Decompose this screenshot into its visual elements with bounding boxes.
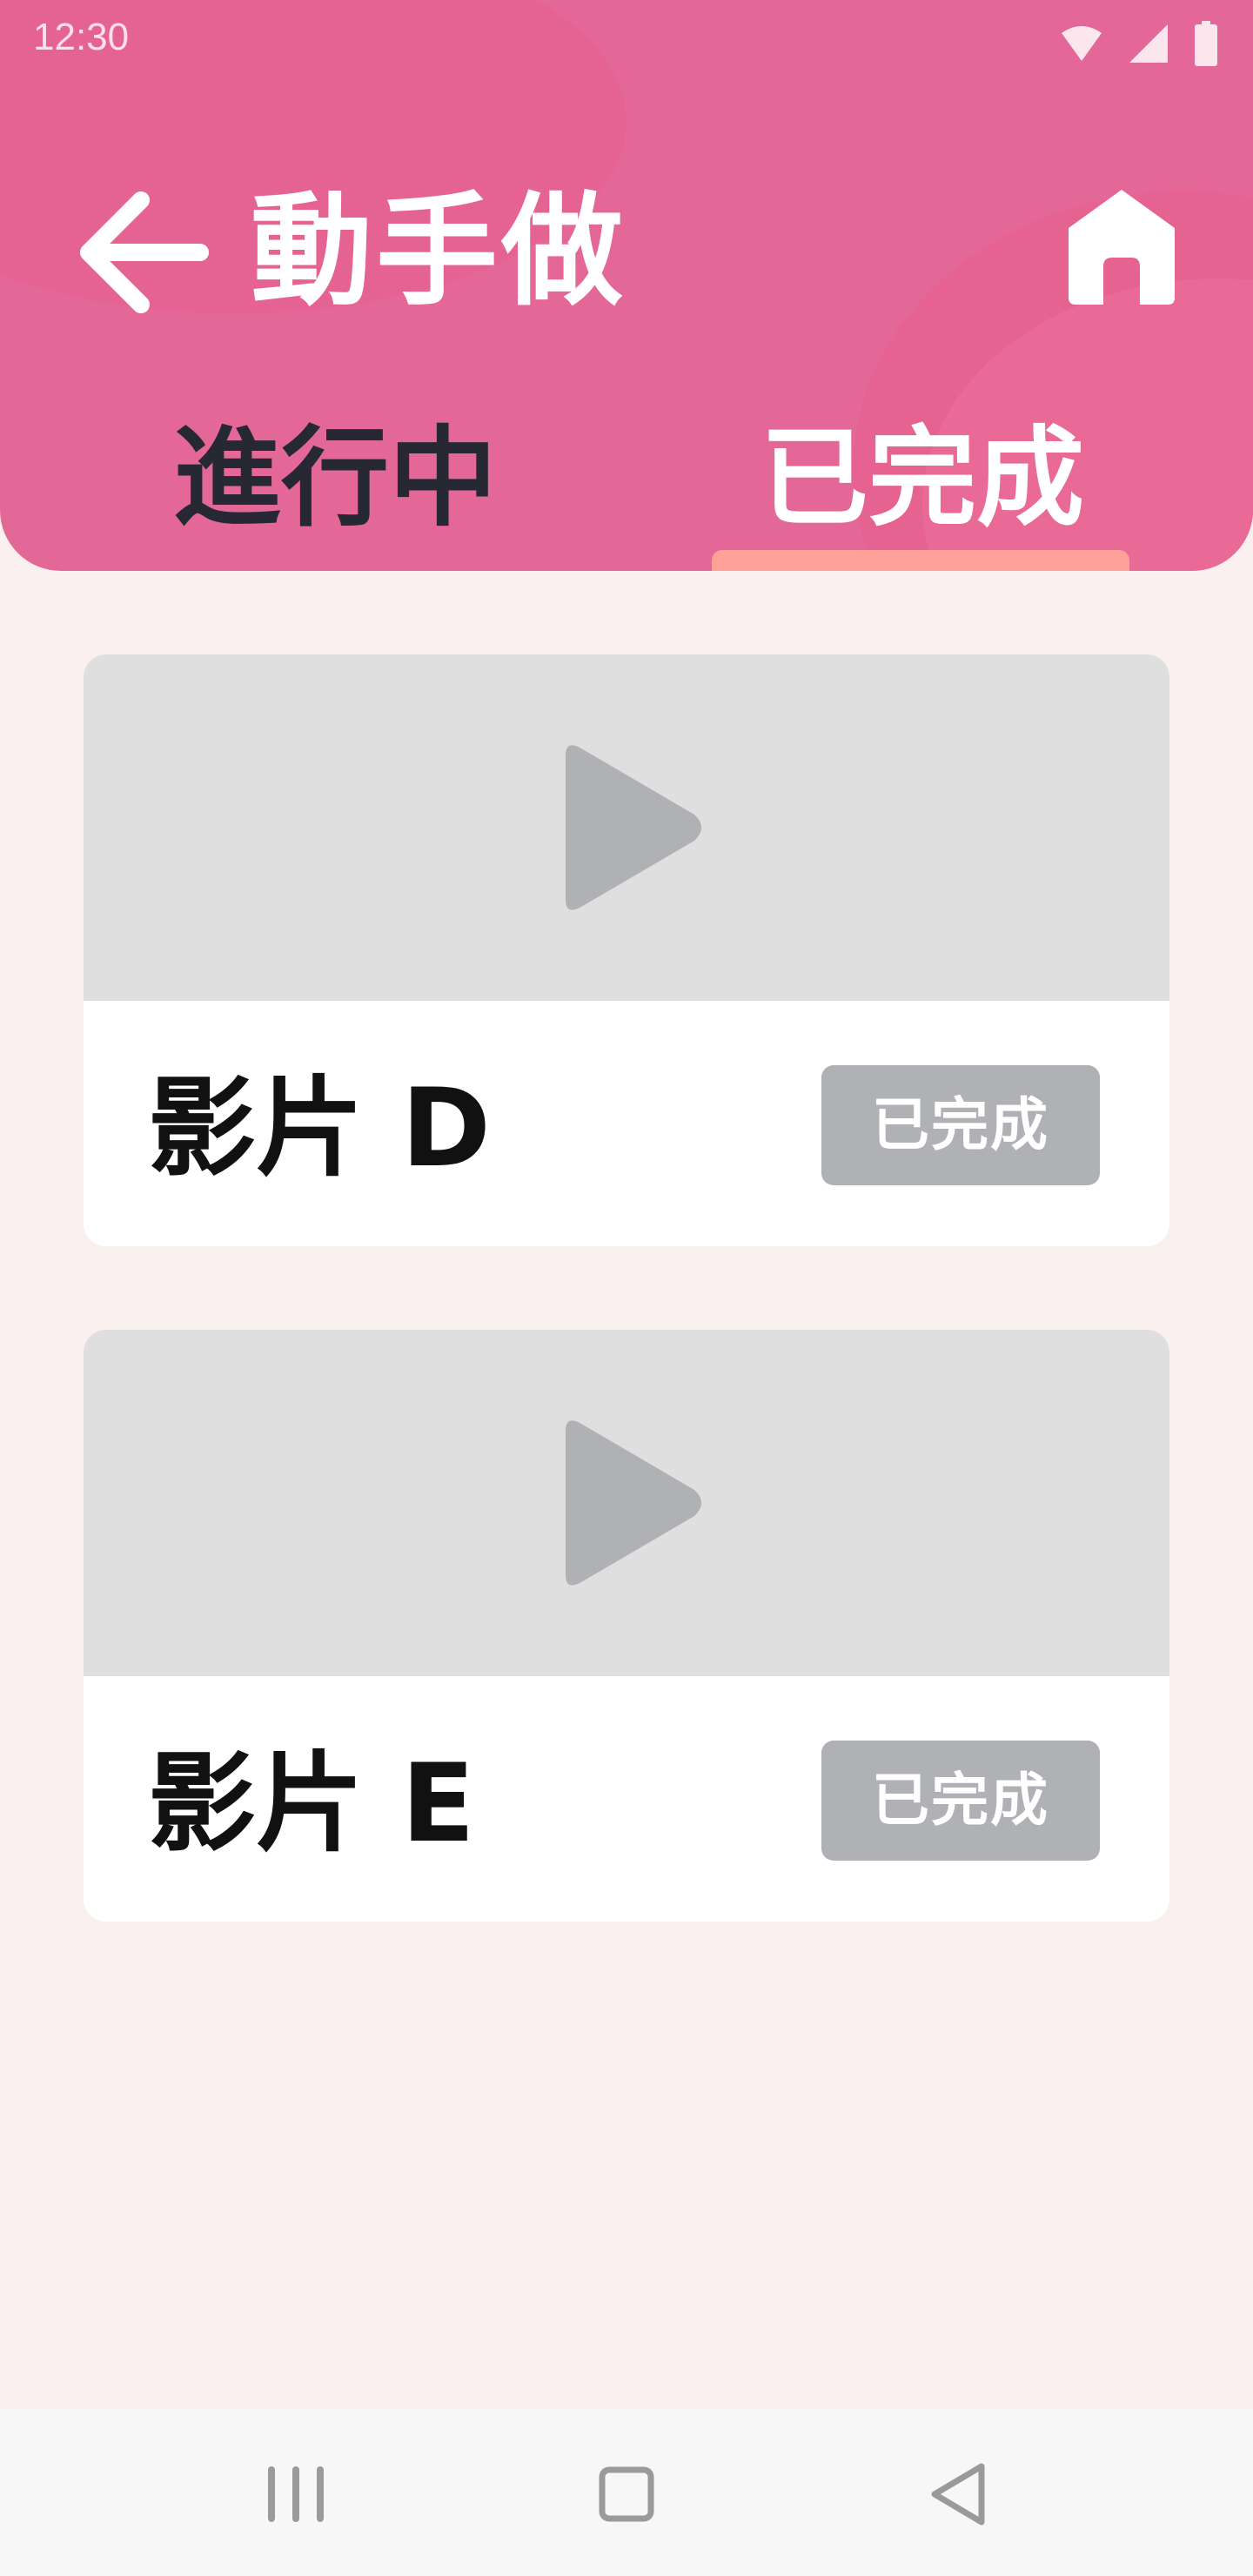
- status-badge: 已完成: [821, 1741, 1100, 1861]
- video-title: 影片 E: [148, 1741, 475, 1867]
- video-thumbnail[interactable]: [84, 654, 1169, 1001]
- back-button[interactable]: [70, 183, 218, 322]
- title-row: 動手做: [0, 165, 1253, 339]
- video-title: 影片 D: [148, 1066, 492, 1191]
- recents-icon: [268, 2466, 324, 2522]
- app-header: 12:30 動手做 進行中 已完成: [0, 0, 1253, 571]
- video-card[interactable]: 影片 D 已完成: [84, 654, 1169, 1246]
- home-square-icon: [599, 2466, 654, 2522]
- system-nav-bar: [0, 2409, 1253, 2576]
- nav-back-button[interactable]: [915, 2451, 1002, 2538]
- wifi-icon: [1062, 26, 1102, 61]
- active-tab-indicator: [712, 550, 1129, 571]
- tab-in-progress[interactable]: 進行中: [131, 409, 539, 571]
- tab-completed[interactable]: 已完成: [714, 409, 1131, 571]
- video-card[interactable]: 影片 E 已完成: [84, 1330, 1169, 1922]
- status-icons: [1060, 21, 1218, 66]
- signal-icon: [1129, 24, 1168, 63]
- play-icon[interactable]: [550, 745, 707, 910]
- status-badge: 已完成: [821, 1065, 1100, 1185]
- tab-bar: 進行中 已完成: [0, 409, 1253, 571]
- nav-home-button[interactable]: [583, 2451, 670, 2538]
- play-icon[interactable]: [550, 1420, 707, 1586]
- video-thumbnail[interactable]: [84, 1330, 1169, 1676]
- battery-icon: [1195, 21, 1217, 66]
- status-time: 12:30: [33, 16, 130, 58]
- page-title: 動手做: [251, 181, 627, 323]
- home-icon: [1069, 190, 1175, 305]
- home-button[interactable]: [1065, 186, 1178, 308]
- recents-button[interactable]: [252, 2451, 339, 2538]
- arrow-left-icon: [80, 191, 209, 313]
- back-triangle-icon: [931, 2463, 985, 2526]
- status-bar: 12:30: [0, 0, 1253, 84]
